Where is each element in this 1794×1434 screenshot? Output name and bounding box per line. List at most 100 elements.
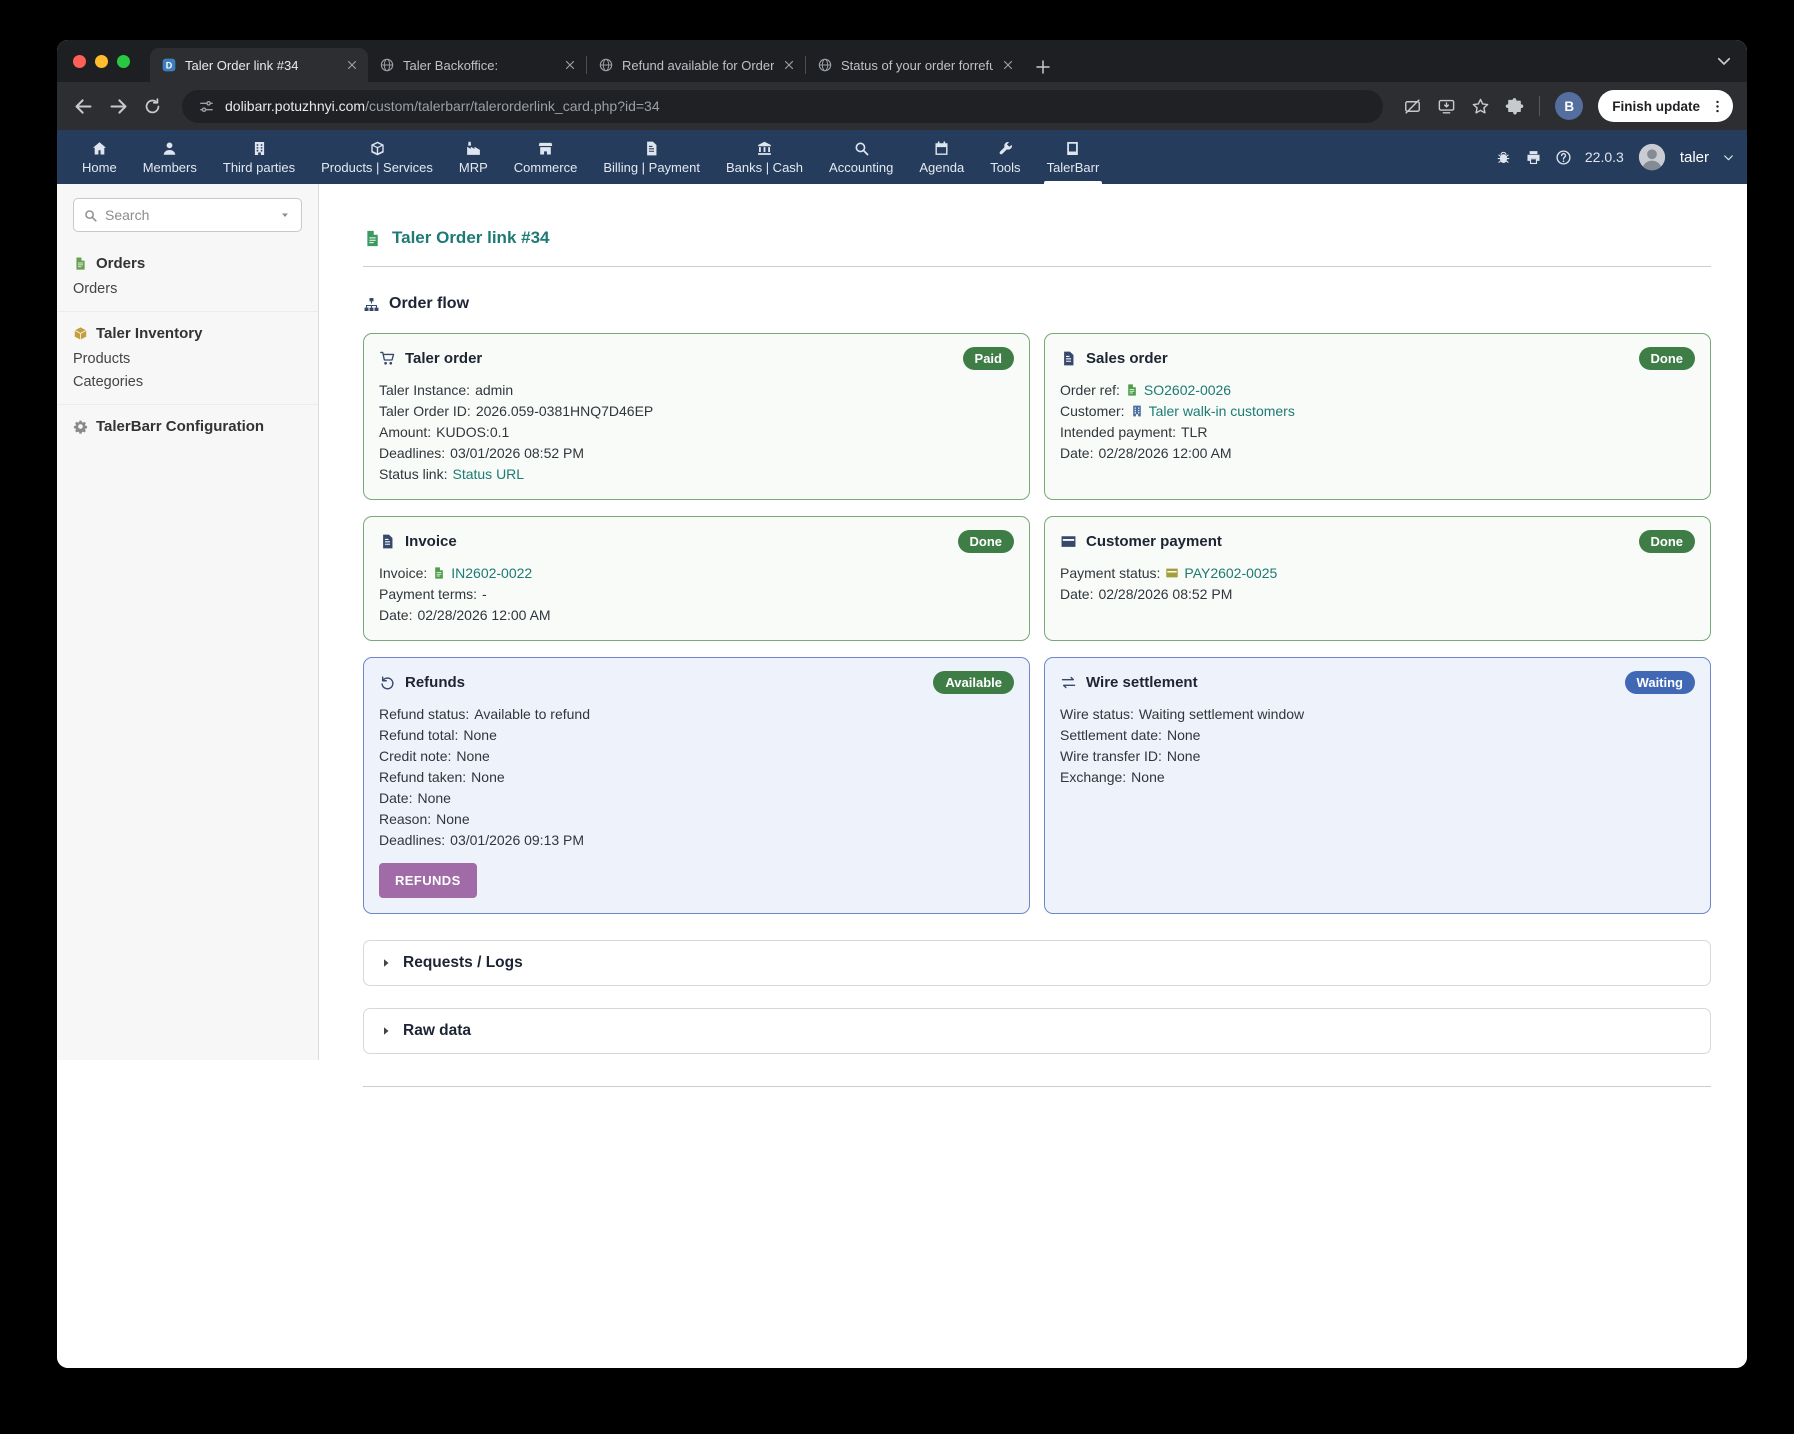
card-line-value: None (471, 768, 505, 785)
print-icon[interactable] (1525, 149, 1542, 166)
card-header: Sales order Done (1060, 347, 1695, 370)
card-refunds: Refunds Available Refund status: Available … (363, 657, 1030, 914)
nav-item-banks-cash[interactable]: Banks | Cash (713, 130, 816, 184)
tab-close-icon[interactable] (345, 58, 359, 72)
back-button[interactable] (73, 96, 94, 117)
card-header: Refunds Available (379, 671, 1014, 694)
reload-button[interactable] (143, 97, 162, 116)
order-document-icon (363, 229, 382, 248)
tab-close-icon[interactable] (563, 58, 577, 72)
card-line-link[interactable]: IN2602-0022 (451, 565, 532, 581)
sidebar-section-title[interactable]: TalerBarr Configuration (73, 418, 302, 435)
new-tab-button[interactable] (1034, 58, 1052, 76)
card-line-link[interactable]: SO2602-0026 (1144, 382, 1231, 398)
collapsible-title: Raw data (403, 1022, 472, 1039)
card-line-label: Refund total: (379, 726, 459, 743)
tab-search-button[interactable] (1715, 40, 1733, 82)
sidebar-item-categories[interactable]: Categories (73, 369, 302, 392)
nav-item-commerce[interactable]: Commerce (501, 130, 591, 184)
nav-item-home[interactable]: Home (69, 130, 130, 184)
browser-tab-taler-order-link-34[interactable]: D Taler Order link #34 (150, 48, 368, 82)
tab-close-icon[interactable] (1001, 58, 1015, 72)
card-line: Order ref: SO2602-0026 (1060, 379, 1231, 400)
nav-item-mrp[interactable]: MRP (446, 130, 501, 184)
nav-item-third-parties[interactable]: Third parties (210, 130, 308, 184)
card-line-link[interactable]: Taler walk-in customers (1149, 403, 1295, 419)
debug-bug-icon[interactable] (1495, 149, 1512, 166)
search-caret-down-icon[interactable] (278, 208, 292, 222)
page-title: Taler Order link #34 (392, 228, 550, 247)
browser-tab-status-of-your-order-forrefund[interactable]: Status of your order forrefund (806, 48, 1024, 82)
sidebar-section-title[interactable]: Orders (73, 255, 302, 272)
minimize-window-button[interactable] (95, 54, 108, 68)
credit-card-icon (1060, 533, 1077, 550)
caret-right-icon (380, 1025, 392, 1037)
caret-right-icon (380, 957, 392, 969)
bookmark-star-icon[interactable] (1471, 97, 1490, 116)
status-badge: Waiting (1624, 671, 1695, 694)
card-line-value: - (482, 585, 487, 602)
card-title: Sales order (1086, 350, 1168, 367)
card-line-label: Wire status: (1060, 705, 1134, 722)
card-line-label: Refund taken: (379, 768, 467, 785)
tab-close-icon[interactable] (782, 58, 796, 72)
search-input[interactable] (105, 207, 271, 223)
card-line-label: Amount: (379, 423, 432, 440)
card-line-link[interactable]: PAY2602-0025 (1184, 565, 1277, 581)
invoice-icon (379, 533, 396, 550)
browser-tab-taler-backoffice[interactable]: Taler Backoffice: (368, 48, 586, 82)
nav-item-accounting[interactable]: Accounting (816, 130, 906, 184)
card-line: Intended payment: TLR (1060, 421, 1207, 442)
card-header: Invoice Done (379, 530, 1014, 553)
card-line-label: Status link: (379, 465, 448, 482)
globe-favicon-icon (598, 57, 614, 73)
card-line-value: 02/28/2026 12:00 AM (417, 606, 551, 623)
browser-menu-icon[interactable] (1709, 98, 1726, 115)
card-line: Status link: Status URL (379, 463, 524, 484)
nav-label: Products | Services (321, 160, 433, 175)
file-icon (1125, 383, 1139, 397)
maximize-window-button[interactable] (117, 54, 130, 68)
forward-button[interactable] (108, 96, 129, 117)
nav-item-billing-payment[interactable]: Billing | Payment (590, 130, 713, 184)
nav-label: Home (82, 160, 117, 175)
gear-icon (73, 419, 88, 434)
feature-blocked-icon[interactable] (1403, 97, 1422, 116)
sidebar-section-label: Taler Inventory (96, 325, 203, 342)
finish-update-button[interactable]: Finish update (1598, 90, 1733, 122)
extensions-puzzle-icon[interactable] (1505, 97, 1524, 116)
address-bar[interactable]: dolibarr.potuzhnyi.com/custom/talerbarr/… (182, 89, 1384, 123)
nav-item-agenda[interactable]: Agenda (906, 130, 977, 184)
nav-item-tools[interactable]: Tools (977, 130, 1033, 184)
card-line-label: Refund status: (379, 705, 470, 722)
sidebar-item-products[interactable]: Products (73, 346, 302, 369)
collapsible-requests-logs[interactable]: Requests / Logs (363, 940, 1711, 986)
card-header: Customer payment Done (1060, 530, 1695, 553)
url-host: dolibarr.potuzhnyi.com (225, 98, 366, 114)
sidebar-section-taler-inventory: Taler Inventory Products Categories (57, 312, 318, 405)
refunds-button[interactable]: REFUNDS (379, 863, 477, 898)
card-line-link[interactable]: Status URL (452, 466, 524, 482)
card-line-value: 02/28/2026 08:52 PM (1098, 585, 1233, 602)
browser-tab-refund-available-for-order-to[interactable]: Refund available for Order to (587, 48, 805, 82)
nav-item-members[interactable]: Members (130, 130, 210, 184)
globe-favicon-icon (379, 57, 395, 73)
sidebar-section-title[interactable]: Taler Inventory (73, 325, 302, 342)
nav-label: MRP (458, 160, 488, 175)
invoice-icon (643, 140, 660, 157)
nav-item-talerbarr[interactable]: TalerBarr (1034, 130, 1113, 184)
card-line-value: None (417, 789, 451, 806)
profile-avatar[interactable]: B (1555, 92, 1584, 120)
site-settings-icon[interactable] (198, 98, 215, 115)
user-menu-chevron-icon[interactable] (1722, 151, 1735, 164)
sidebar-item-orders[interactable]: Orders (73, 276, 302, 299)
collapsible-raw-data[interactable]: Raw data (363, 1008, 1711, 1054)
help-icon[interactable] (1555, 149, 1572, 166)
page-content: Orders Orders Taler Inventory ProductsCateg… (57, 184, 1747, 1368)
close-window-button[interactable] (73, 54, 86, 68)
collapsible-title: Requests / Logs (403, 954, 523, 971)
send-to-device-icon[interactable] (1437, 97, 1456, 116)
nav-item-products-services[interactable]: Products | Services (308, 130, 446, 184)
user-avatar[interactable] (1637, 142, 1667, 172)
card-line: Payment status: PAY2602-0025 (1060, 562, 1277, 583)
